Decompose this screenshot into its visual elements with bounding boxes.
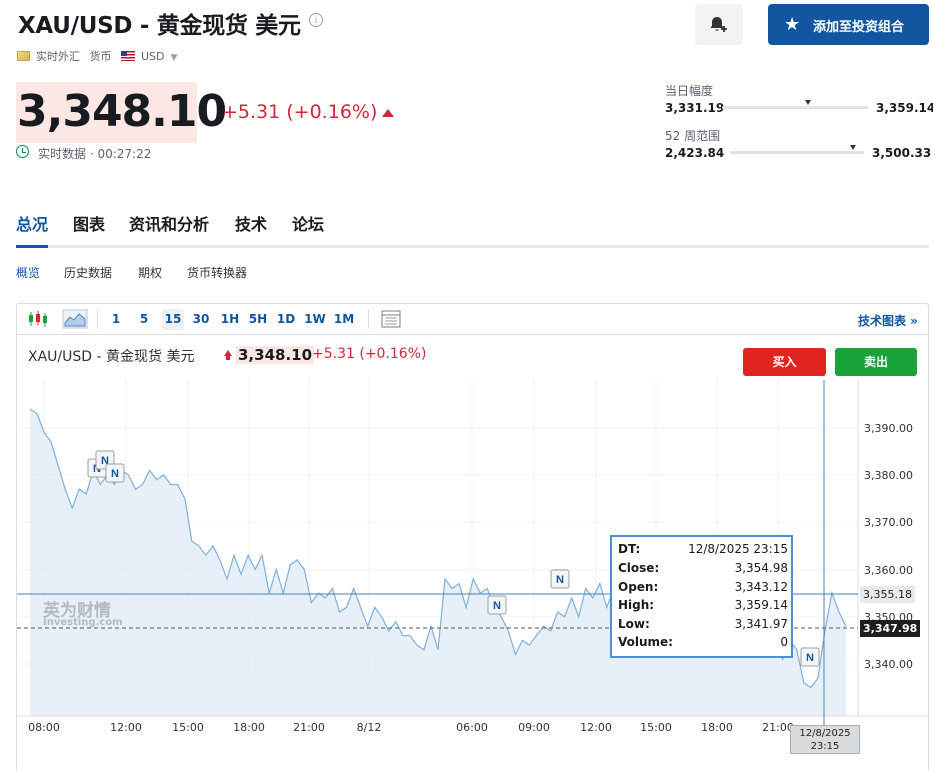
x-axis-label: 18:00 — [701, 721, 733, 734]
x-axis-label: 12:00 — [580, 721, 612, 734]
tooltip-key: Volume: — [618, 635, 673, 649]
x-axis-label: 09:00 — [518, 721, 550, 734]
news-marker[interactable]: N — [800, 647, 820, 667]
y-axis-label: 3,340.00 — [864, 658, 913, 671]
tooltip-value: 3,359.14 — [734, 598, 788, 612]
x-axis-label: 15:00 — [172, 721, 204, 734]
x-axis-label: 21:00 — [293, 721, 325, 734]
tooltip-value: 12/8/2025 23:15 — [688, 542, 788, 556]
crosshair-time-label: 12/8/2025 23:15 — [790, 725, 860, 754]
x-axis-label: 18:00 — [233, 721, 265, 734]
y-axis-label: 3,380.00 — [864, 469, 913, 482]
x-axis-label: 08:00 — [28, 721, 60, 734]
tooltip-value: 0 — [780, 635, 788, 649]
news-marker[interactable]: N — [550, 569, 570, 589]
tooltip-value: 3,341.97 — [734, 617, 788, 631]
news-marker-label[interactable]: N — [556, 574, 564, 586]
tooltip-key: Low: — [618, 617, 650, 631]
x-axis-label: 06:00 — [456, 721, 488, 734]
ohlc-tooltip: DT: 12/8/2025 23:15 Close: 3,354.98 Open: 3… — [610, 535, 793, 658]
watermark-logo-en: Investing.com — [43, 617, 123, 628]
last-price-label: 3,347.98 — [860, 620, 921, 637]
news-marker[interactable]: N — [105, 463, 125, 483]
y-axis-label: 3,360.00 — [864, 564, 913, 577]
price-chart[interactable]: NNNNNN — [0, 0, 933, 771]
y-axis-label: 3,370.00 — [864, 516, 913, 529]
tooltip-value: 3,343.12 — [734, 580, 788, 594]
tooltip-key: Close: — [618, 561, 660, 575]
y-axis-label: 3,390.00 — [864, 422, 913, 435]
x-axis-label: 12:00 — [110, 721, 142, 734]
tooltip-key: High: — [618, 598, 655, 612]
news-marker-label[interactable]: N — [111, 468, 119, 480]
x-axis-label: 8/12 — [356, 721, 382, 734]
crosshair-price-label: 3,355.18 — [860, 586, 915, 603]
news-marker-label[interactable]: N — [806, 652, 814, 664]
x-axis-label: 15:00 — [640, 721, 672, 734]
crosshair-time: 23:15 — [810, 741, 840, 752]
tooltip-key: DT: — [618, 542, 641, 556]
crosshair-date: 12/8/2025 — [799, 728, 851, 739]
tooltip-value: 3,354.98 — [734, 561, 788, 575]
news-marker-label[interactable]: N — [493, 600, 501, 612]
tooltip-key: Open: — [618, 580, 659, 594]
news-marker[interactable]: N — [487, 595, 507, 615]
